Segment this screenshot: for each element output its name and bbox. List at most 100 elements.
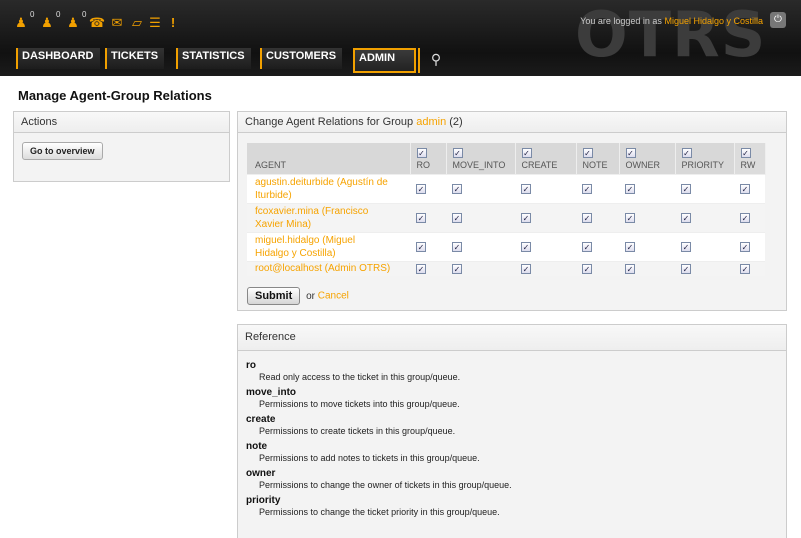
move-into-checkbox[interactable]: ✓	[452, 183, 462, 194]
rw-checkbox[interactable]: ✓	[740, 212, 750, 223]
reference-description: Permissions to change the ticket priorit…	[259, 507, 500, 517]
search-icon[interactable]: ⚲	[418, 48, 452, 73]
cancel-link[interactable]: Cancel	[318, 291, 349, 302]
ro-checkbox[interactable]: ✓	[416, 241, 426, 252]
table-row: fcoxavier.mina (Francisco Xavier Mina) ✓ …	[247, 202, 765, 232]
watched-tickets-count: 0	[56, 10, 61, 19]
header-bar: OTRS ♟ 0 ♟ 0 ♟ 0 ☎ ✉ ▱ ☰ ! You are logge…	[0, 0, 801, 76]
owner-checkbox[interactable]: ✓	[625, 212, 635, 223]
owner-cell: ✓	[619, 231, 675, 261]
select-all-move-into-checkbox[interactable]: ✓	[452, 147, 463, 158]
owner-checkbox[interactable]: ✓	[625, 183, 635, 194]
queue-view-icon[interactable]: ☰	[146, 14, 164, 32]
create-cell: ✓	[515, 173, 576, 203]
ro-cell: ✓	[410, 231, 446, 261]
locked-tickets-icon[interactable]: ♟	[12, 14, 30, 32]
note-cell: ✓	[576, 173, 619, 203]
create-checkbox[interactable]: ✓	[521, 183, 531, 194]
note-checkbox[interactable]: ✓	[582, 212, 592, 223]
note-checkbox[interactable]: ✓	[582, 183, 592, 194]
ro-checkbox[interactable]: ✓	[416, 263, 426, 274]
priority-checkbox[interactable]: ✓	[681, 241, 691, 252]
reference-description: Permissions to change the owner of ticke…	[259, 480, 512, 490]
otrs-logo: OTRS	[575, 0, 767, 71]
rw-checkbox[interactable]: ✓	[740, 263, 750, 274]
submit-row: Submit or Cancel	[247, 287, 349, 305]
note-cell: ✓	[576, 202, 619, 232]
create-checkbox[interactable]: ✓	[521, 212, 531, 223]
move-into-checkbox[interactable]: ✓	[452, 241, 462, 252]
agent-link[interactable]: miguel.hidalgo (Miguel Hidalgo y Costilla…	[247, 231, 410, 261]
ro-checkbox[interactable]: ✓	[416, 212, 426, 223]
or-text: or	[306, 290, 315, 302]
actions-sidebar: Actions Go to overview	[13, 111, 230, 182]
ticket-search-icon[interactable]: ▱	[128, 14, 146, 32]
rw-cell: ✓	[734, 202, 765, 232]
create-cell: ✓	[515, 231, 576, 261]
reference-term: owner	[246, 468, 276, 479]
reference-term: priority	[246, 495, 281, 506]
move-into-checkbox[interactable]: ✓	[452, 212, 462, 223]
select-all-priority-checkbox[interactable]: ✓	[681, 147, 692, 158]
create-cell: ✓	[515, 202, 576, 232]
priority-cell: ✓	[675, 231, 734, 261]
note-cell: ✓	[576, 260, 619, 276]
create-checkbox[interactable]: ✓	[521, 263, 531, 274]
reference-list: ro Read only access to the ticket in thi…	[246, 360, 512, 517]
rw-cell: ✓	[734, 173, 765, 203]
login-info: You are logged in as Miguel Hidalgo y Co…	[580, 16, 763, 26]
table-row: miguel.hidalgo (Miguel Hidalgo y Costilla…	[247, 231, 765, 261]
move-into-cell: ✓	[446, 231, 515, 261]
reference-term: move_into	[246, 387, 297, 398]
note-checkbox[interactable]: ✓	[582, 241, 592, 252]
go-to-overview-button[interactable]: Go to overview	[22, 142, 103, 160]
col-agent: AGENT	[247, 143, 411, 174]
priority-checkbox[interactable]: ✓	[681, 183, 691, 194]
watched-tickets-icon[interactable]: ♟	[38, 14, 56, 32]
reference-description: Permissions to move tickets into this gr…	[259, 399, 460, 409]
escalation-icon[interactable]: !	[164, 14, 182, 32]
nav-statistics[interactable]: STATISTICS	[176, 48, 251, 69]
rw-checkbox[interactable]: ✓	[740, 183, 750, 194]
move-into-cell: ✓	[446, 173, 515, 203]
priority-checkbox[interactable]: ✓	[681, 212, 691, 223]
agent-link[interactable]: root@localhost (Admin OTRS)	[247, 260, 410, 276]
rw-checkbox[interactable]: ✓	[740, 241, 750, 252]
col-ro: ✓ RO	[410, 143, 447, 174]
logout-icon[interactable]: ⏻	[770, 12, 786, 28]
locked-tickets-count: 0	[30, 10, 35, 19]
nav-dashboard[interactable]: DASHBOARD	[16, 48, 100, 69]
header-prefix: Change Agent Relations for Group	[245, 116, 414, 128]
move-into-cell: ✓	[446, 202, 515, 232]
owner-checkbox[interactable]: ✓	[625, 263, 635, 274]
note-cell: ✓	[576, 231, 619, 261]
rw-cell: ✓	[734, 260, 765, 276]
responsible-tickets-count: 0	[82, 10, 87, 19]
agent-link[interactable]: agustin.deiturbide (Agustín de Iturbide)	[247, 173, 410, 203]
nav-tickets[interactable]: TICKETS	[105, 48, 165, 69]
owner-checkbox[interactable]: ✓	[625, 241, 635, 252]
select-all-note-checkbox[interactable]: ✓	[582, 147, 593, 158]
select-all-owner-checkbox[interactable]: ✓	[625, 147, 636, 158]
relations-table: AGENT ✓ RO ✓ MOVE_INTO ✓ CREATE ✓ NOTE ✓ OWNE…	[247, 143, 766, 276]
ro-checkbox[interactable]: ✓	[416, 183, 426, 194]
nav-admin[interactable]: ADMIN	[353, 48, 416, 73]
reference-description: Permissions to add notes to tickets in t…	[259, 453, 480, 463]
note-checkbox[interactable]: ✓	[582, 263, 592, 274]
move-into-checkbox[interactable]: ✓	[452, 263, 462, 274]
select-all-ro-checkbox[interactable]: ✓	[416, 147, 427, 158]
phone-ticket-icon[interactable]: ☎	[88, 14, 106, 32]
submit-button[interactable]: Submit	[247, 287, 301, 305]
group-name-link[interactable]: admin	[416, 116, 446, 128]
logged-in-user-link[interactable]: Miguel Hidalgo y Costilla	[664, 16, 763, 26]
responsible-tickets-icon[interactable]: ♟	[64, 14, 82, 32]
create-checkbox[interactable]: ✓	[521, 241, 531, 252]
priority-checkbox[interactable]: ✓	[681, 263, 691, 274]
priority-cell: ✓	[675, 202, 734, 232]
email-ticket-icon[interactable]: ✉	[108, 14, 126, 32]
agent-link[interactable]: fcoxavier.mina (Francisco Xavier Mina)	[247, 202, 410, 232]
select-all-create-checkbox[interactable]: ✓	[521, 147, 532, 158]
select-all-rw-checkbox[interactable]: ✓	[740, 147, 751, 158]
col-note: ✓ NOTE	[576, 143, 620, 174]
nav-customers[interactable]: CUSTOMERS	[260, 48, 343, 69]
